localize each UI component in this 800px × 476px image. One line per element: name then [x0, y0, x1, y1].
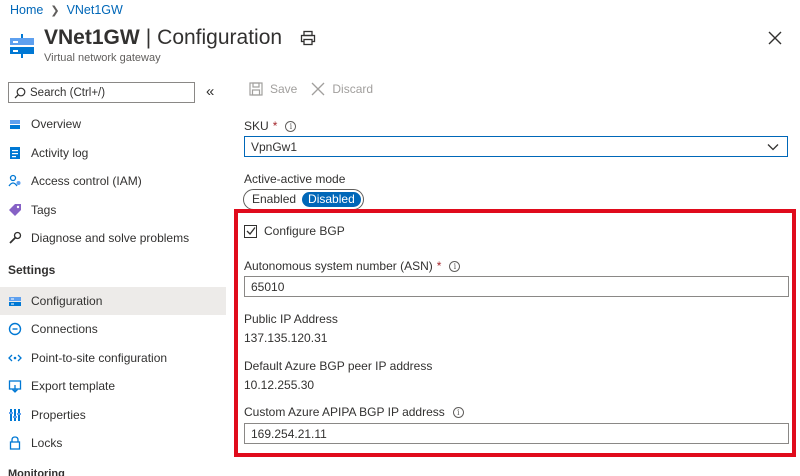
sidebar-nav: Overview Activity log Access control (IA… [0, 110, 226, 458]
breadcrumb-home[interactable]: Home [10, 3, 43, 17]
collapse-sidebar-icon[interactable]: « [206, 83, 214, 100]
sidebar-item-properties[interactable]: Properties [0, 401, 226, 430]
overview-icon [8, 117, 22, 131]
resource-name: VNet1GW [44, 26, 140, 49]
page-header: VNet1GW | Configuration Virtual network … [8, 26, 316, 64]
public-ip-value: 137.135.120.31 [244, 331, 328, 345]
configure-bgp-label: Configure BGP [264, 224, 345, 238]
sidebar-item-label: Connections [31, 322, 98, 337]
sidebar-item-label: Export template [31, 379, 116, 394]
search-icon [14, 87, 26, 98]
sku-label-text: SKU [244, 119, 269, 133]
required-mark: * [272, 119, 278, 133]
sidebar-item-locks[interactable]: Locks [0, 429, 226, 458]
active-active-label: Active-active mode [244, 172, 346, 186]
save-label: Save [270, 82, 298, 96]
required-mark: * [436, 259, 442, 273]
sidebar-section-settings: Settings [8, 262, 56, 277]
sidebar-item-label: Overview [31, 117, 82, 132]
sidebar-item-point-to-site[interactable]: Point-to-site configuration [0, 344, 226, 373]
breadcrumb-current[interactable]: VNet1GW [67, 3, 123, 17]
page-title: VNet1GW | Configuration [44, 26, 316, 50]
discard-icon [311, 82, 325, 96]
close-icon[interactable] [768, 31, 782, 45]
sidebar-item-iam[interactable]: Access control (IAM) [0, 167, 226, 196]
configuration-icon [8, 294, 22, 308]
page-subtitle: Virtual network gateway [44, 52, 161, 64]
connections-icon [8, 322, 22, 336]
asn-label-text: Autonomous system number (ASN) [244, 259, 433, 273]
info-icon[interactable]: i [285, 120, 297, 132]
search-input[interactable] [30, 86, 190, 99]
wrench-icon [8, 231, 22, 245]
sidebar-item-label: Access control (IAM) [31, 174, 142, 189]
sidebar-item-overview[interactable]: Overview [0, 110, 226, 139]
discard-label: Discard [332, 82, 374, 96]
toggle-enabled-option[interactable]: Enabled [246, 192, 302, 207]
apipa-input[interactable] [244, 423, 789, 444]
properties-icon [8, 408, 22, 422]
apipa-label-text: Custom Azure APIPA BGP IP address [244, 405, 445, 419]
chevron-down-icon [767, 144, 779, 151]
apipa-label: Custom Azure APIPA BGP IP address i [244, 405, 464, 419]
checkmark-icon [246, 227, 256, 235]
sidebar-item-label: Diagnose and solve problems [31, 231, 190, 246]
sidebar-item-label: Properties [31, 407, 86, 422]
title-separator: | [145, 26, 152, 49]
sidebar-item-diagnose[interactable]: Diagnose and solve problems [0, 224, 226, 253]
command-bar: Save Discard [249, 82, 387, 96]
export-template-icon [8, 379, 22, 394]
default-peer-value: 10.12.255.30 [244, 378, 315, 392]
lock-icon [8, 436, 22, 450]
save-icon [249, 82, 263, 96]
public-ip-label: Public IP Address [244, 312, 338, 326]
sidebar-item-export-template[interactable]: Export template [0, 372, 226, 401]
save-button[interactable]: Save [249, 82, 297, 96]
sidebar-item-label: Activity log [31, 145, 89, 160]
info-icon[interactable]: i [452, 406, 464, 418]
section-name: Configuration [157, 26, 283, 49]
iam-icon [8, 174, 22, 188]
configure-bgp-row: Configure BGP [244, 224, 345, 238]
sku-dropdown[interactable]: VpnGw1 [244, 136, 788, 157]
sidebar-item-activity-log[interactable]: Activity log [0, 139, 226, 168]
default-peer-label: Default Azure BGP peer IP address [244, 359, 433, 373]
configure-bgp-checkbox[interactable] [244, 224, 257, 238]
sidebar-item-label: Configuration [31, 293, 103, 308]
activity-log-icon [8, 146, 22, 160]
virtual-network-gateway-icon [10, 34, 34, 58]
search-box [8, 82, 195, 103]
asn-input[interactable] [244, 276, 789, 297]
sku-selected-value: VpnGw1 [251, 139, 298, 154]
sku-label: SKU * i [244, 119, 297, 133]
tag-icon [8, 203, 22, 217]
print-icon[interactable] [300, 30, 316, 46]
discard-button[interactable]: Discard [311, 82, 373, 96]
sidebar-section-monitoring: Monitoring [8, 468, 65, 476]
chevron-right-icon: ❯ [50, 4, 60, 17]
sidebar-item-label: Point-to-site configuration [31, 350, 168, 365]
active-active-toggle: Enabled Disabled [243, 189, 364, 210]
sidebar-item-label: Tags [31, 202, 57, 217]
sidebar-item-label: Locks [31, 436, 63, 451]
point-to-site-icon [8, 351, 22, 365]
sidebar-item-tags[interactable]: Tags [0, 196, 226, 225]
sidebar-item-configuration[interactable]: Configuration [0, 286, 226, 315]
asn-label: Autonomous system number (ASN) * i [244, 259, 461, 273]
sidebar-item-connections[interactable]: Connections [0, 315, 226, 344]
info-icon[interactable]: i [449, 260, 461, 272]
toggle-disabled-option[interactable]: Disabled [302, 192, 361, 207]
breadcrumb: Home ❯ VNet1GW [10, 3, 123, 17]
